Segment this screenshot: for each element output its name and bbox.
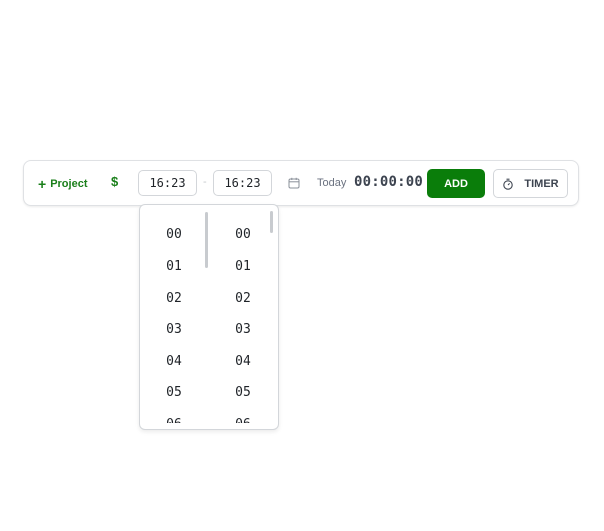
hour-option[interactable]: 04 <box>140 354 208 369</box>
hours-column[interactable]: 00 01 02 03 04 05 06 <box>140 205 208 423</box>
hour-option[interactable]: 01 <box>140 259 208 274</box>
minute-option[interactable]: 03 <box>208 322 278 337</box>
minute-option[interactable]: 06 <box>208 417 278 423</box>
stopwatch-icon <box>503 178 514 190</box>
minute-option[interactable]: 05 <box>208 385 278 400</box>
minutes-scrollbar[interactable] <box>270 211 273 233</box>
hour-option[interactable]: 02 <box>140 291 208 306</box>
hour-option[interactable]: 06 <box>140 417 208 423</box>
minute-option[interactable]: 04 <box>208 354 278 369</box>
hour-option[interactable]: 03 <box>140 322 208 337</box>
time-separator: - <box>203 176 207 188</box>
project-label: Project <box>50 178 88 190</box>
add-project-button[interactable]: + Project <box>38 175 87 193</box>
timer-label: TIMER <box>524 177 559 190</box>
hour-option[interactable]: 05 <box>140 385 208 400</box>
page: + Project $ 16:23 - 16:23 Today 00:00:00… <box>0 0 604 531</box>
calendar-icon[interactable] <box>288 177 300 189</box>
add-button[interactable]: ADD <box>427 169 485 198</box>
start-time-input[interactable]: 16:23 <box>138 170 197 196</box>
minute-option[interactable]: 02 <box>208 291 278 306</box>
date-label[interactable]: Today <box>317 177 346 189</box>
duration-display: 00:00:00 <box>354 174 424 190</box>
end-time-input[interactable]: 16:23 <box>213 170 272 196</box>
hour-option[interactable]: 00 <box>140 227 208 242</box>
minute-option[interactable]: 01 <box>208 259 278 274</box>
billable-toggle[interactable]: $ <box>111 174 118 189</box>
time-picker-dropdown: 00 01 02 03 04 05 06 00 01 02 03 04 05 0… <box>139 204 279 430</box>
minutes-column[interactable]: 00 01 02 03 04 05 06 <box>208 205 278 423</box>
minute-option[interactable]: 00 <box>208 227 278 242</box>
plus-icon: + <box>38 176 47 192</box>
timer-mode-button[interactable]: TIMER <box>493 169 568 198</box>
